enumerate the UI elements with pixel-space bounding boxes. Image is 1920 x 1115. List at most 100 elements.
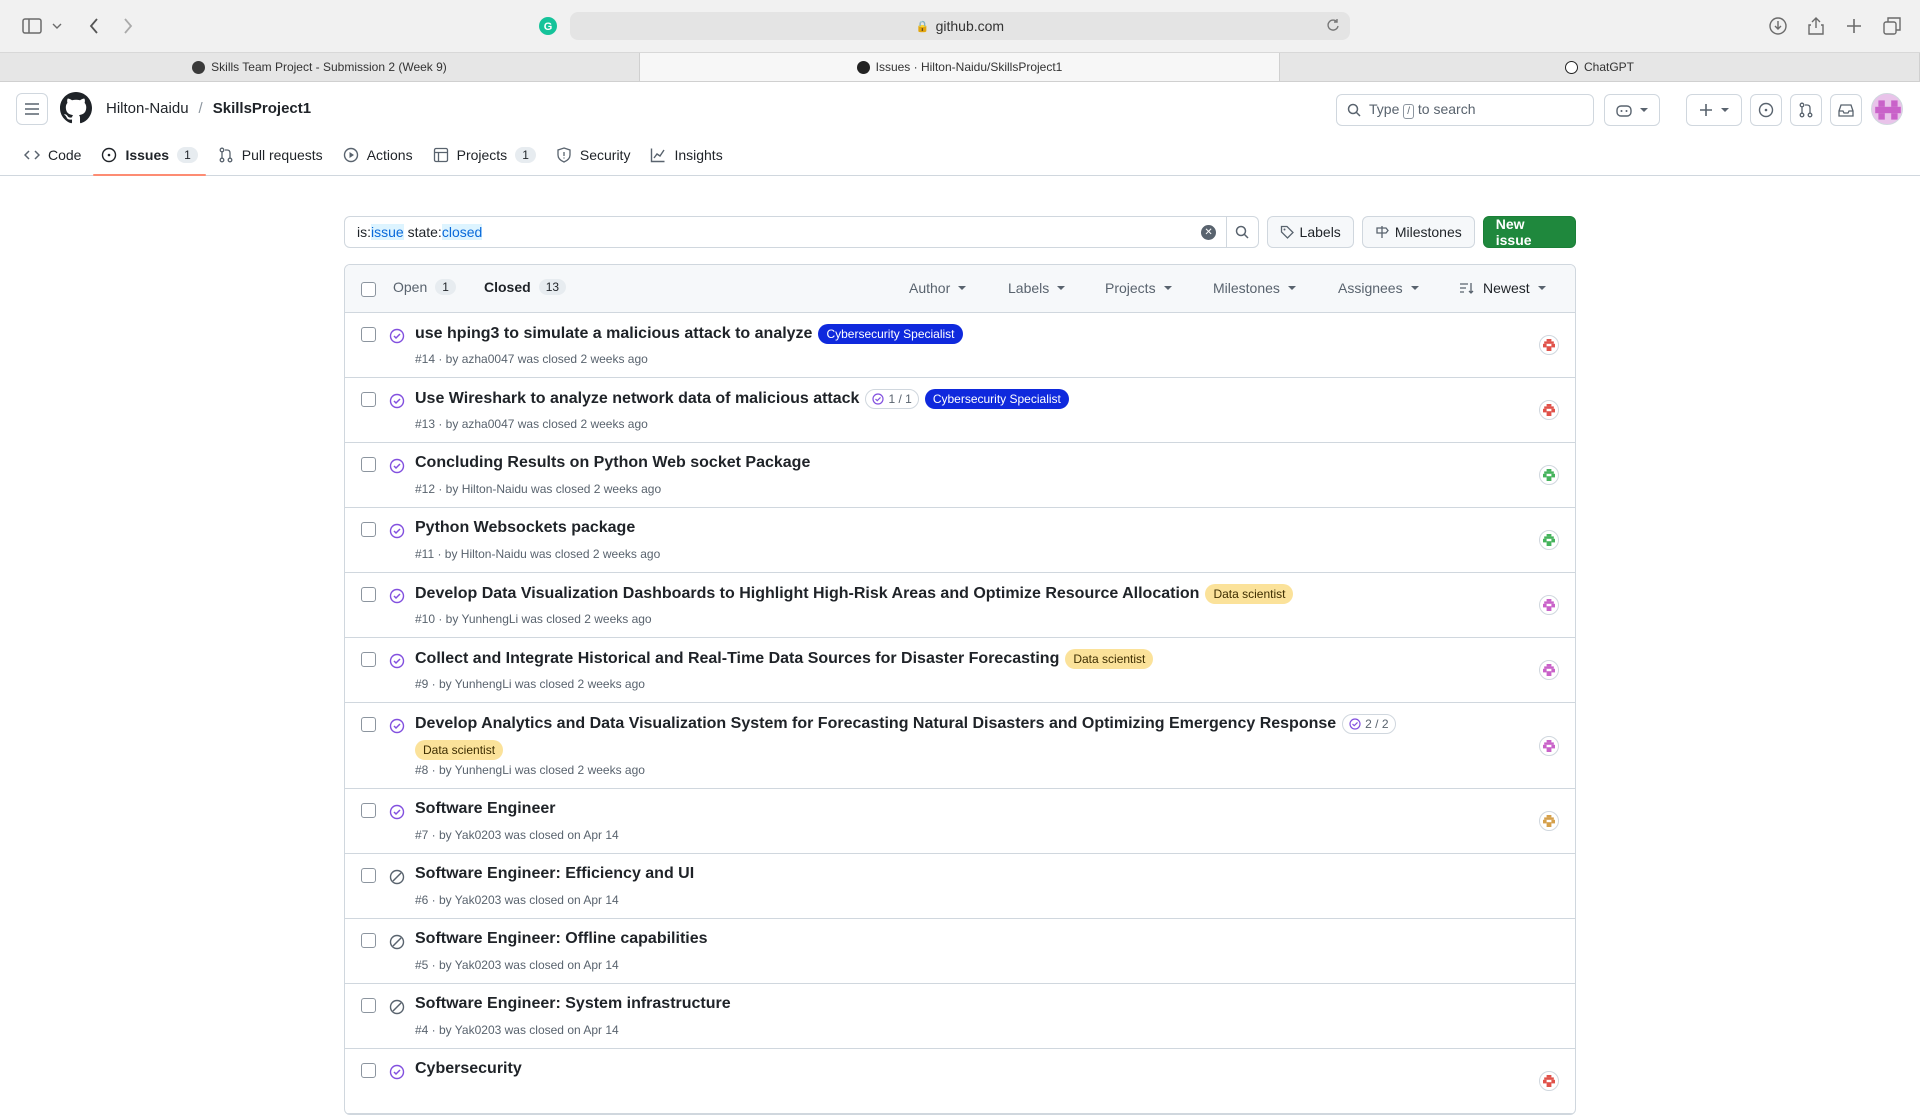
chevron-down-icon[interactable] <box>50 14 64 38</box>
user-avatar[interactable] <box>1871 93 1903 125</box>
issue-title-link[interactable]: Cybersecurity <box>415 1060 522 1078</box>
inbox-button[interactable] <box>1830 94 1862 126</box>
issue-row[interactable]: Python Websockets package #11 · by Hilton… <box>345 508 1575 573</box>
tab-security[interactable]: Security <box>548 135 639 175</box>
assignee-avatar[interactable] <box>1539 660 1559 680</box>
issue-title-link[interactable]: Software Engineer: Offline capabilities <box>415 930 708 948</box>
issue-title-link[interactable]: Use Wireshark to analyze network data of… <box>415 390 859 408</box>
issue-title-link[interactable]: Software Engineer: Efficiency and UI <box>415 865 694 883</box>
issue-row[interactable]: Software Engineer: Offline capabilities #… <box>345 919 1575 984</box>
issue-checkbox[interactable] <box>361 522 376 537</box>
issue-checkbox[interactable] <box>361 457 376 472</box>
clear-filter-icon[interactable]: ✕ <box>1201 225 1217 240</box>
grammarly-extension-icon[interactable]: G <box>536 14 560 38</box>
tab-overview-icon[interactable] <box>1880 14 1904 38</box>
github-logo-icon[interactable] <box>60 92 92 124</box>
issue-checkbox[interactable] <box>361 998 376 1013</box>
projects-filter[interactable]: Projects <box>1105 280 1172 296</box>
owner-link[interactable]: Hilton-Naidu <box>106 100 189 117</box>
download-icon[interactable] <box>1766 14 1790 38</box>
filter-search-button[interactable] <box>1227 216 1259 248</box>
tab-pull-requests[interactable]: Pull requests <box>210 135 331 175</box>
repo-link[interactable]: SkillsProject1 <box>213 100 311 117</box>
select-all-checkbox[interactable] <box>361 282 376 297</box>
issue-row[interactable]: Develop Data Visualization Dashboards to… <box>345 573 1575 638</box>
issue-label[interactable]: Data scientist <box>1065 649 1154 669</box>
browser-tab[interactable]: ChatGPT <box>1280 53 1920 81</box>
issue-label[interactable]: Data scientist <box>415 740 504 760</box>
closed-issues-tab[interactable]: Closed 13 <box>484 279 567 295</box>
issues-shortcut-button[interactable] <box>1750 94 1782 126</box>
share-icon[interactable] <box>1804 14 1828 38</box>
issue-row[interactable]: Cybersecurity <box>345 1049 1575 1114</box>
issue-row[interactable]: Develop Analytics and Data Visualization… <box>345 703 1575 789</box>
issue-meta: #10 · by YunhengLi was closed 2 weeks ag… <box>415 612 652 626</box>
tab-insights[interactable]: Insights <box>642 135 730 175</box>
issue-checkbox[interactable] <box>361 587 376 602</box>
sidebar-toggle-icon[interactable] <box>20 14 44 38</box>
milestones-filter[interactable]: Milestones <box>1213 280 1296 296</box>
tab-issues[interactable]: Issues 1 <box>93 135 207 176</box>
labels-filter[interactable]: Labels <box>1008 280 1066 296</box>
issue-title-link[interactable]: Develop Data Visualization Dashboards to… <box>415 585 1199 603</box>
tab-code[interactable]: Code <box>16 135 89 175</box>
issue-row[interactable]: Collect and Integrate Historical and Rea… <box>345 638 1575 703</box>
issue-checkbox[interactable] <box>361 652 376 667</box>
issue-checkbox[interactable] <box>361 933 376 948</box>
issue-checkbox[interactable] <box>361 327 376 342</box>
issue-row[interactable]: Software Engineer: System infrastructure… <box>345 984 1575 1049</box>
issue-title-link[interactable]: Python Websockets package <box>415 519 635 537</box>
address-bar[interactable]: 🔒 github.com <box>570 12 1350 40</box>
issue-row[interactable]: Software Engineer: Efficiency and UI #6 ·… <box>345 854 1575 919</box>
issue-checkbox[interactable] <box>361 392 376 407</box>
assignee-avatar[interactable] <box>1539 335 1559 355</box>
milestones-button[interactable]: Milestones <box>1361 216 1475 248</box>
tab-projects[interactable]: Projects 1 <box>425 135 544 175</box>
issue-title-link[interactable]: Software Engineer <box>415 800 555 818</box>
task-progress-badge[interactable]: 1 / 1 <box>865 389 919 409</box>
issue-label[interactable]: Cybersecurity Specialist <box>818 324 963 344</box>
browser-tab-active[interactable]: Issues · Hilton-Naidu/SkillsProject1 <box>640 53 1280 81</box>
open-issues-tab[interactable]: Open 1 <box>393 279 456 295</box>
issue-row[interactable]: Software Engineer #7 · by Yak0203 was clo… <box>345 789 1575 854</box>
issue-title-link[interactable]: Software Engineer: System infrastructure <box>415 995 731 1013</box>
assignee-avatar[interactable] <box>1539 465 1559 485</box>
issue-label[interactable]: Cybersecurity Specialist <box>924 389 1069 409</box>
assignee-avatar[interactable] <box>1539 530 1559 550</box>
global-search-input[interactable]: Type / to search <box>1336 94 1594 126</box>
issue-row[interactable]: Concluding Results on Python Web socket … <box>345 443 1575 508</box>
issue-row[interactable]: use hping3 to simulate a malicious attac… <box>345 313 1575 378</box>
assignees-filter[interactable]: Assignees <box>1338 280 1419 296</box>
issue-checkbox[interactable] <box>361 803 376 818</box>
issue-title-link[interactable]: use hping3 to simulate a malicious attac… <box>415 325 812 343</box>
pull-requests-shortcut-button[interactable] <box>1790 94 1822 126</box>
author-filter[interactable]: Author <box>909 280 967 296</box>
issue-checkbox[interactable] <box>361 1063 376 1078</box>
issue-title-link[interactable]: Collect and Integrate Historical and Rea… <box>415 650 1059 668</box>
issue-checkbox[interactable] <box>361 717 376 732</box>
create-new-button[interactable] <box>1686 94 1742 126</box>
issue-label[interactable]: Data scientist <box>1205 584 1294 604</box>
assignee-avatar[interactable] <box>1539 400 1559 420</box>
issue-filter-input[interactable]: is:issue state:closed ✕ <box>344 216 1228 248</box>
reload-icon[interactable] <box>1326 18 1340 32</box>
issue-title-link[interactable]: Develop Analytics and Data Visualization… <box>415 715 1336 733</box>
assignee-avatar[interactable] <box>1539 736 1559 756</box>
back-icon[interactable] <box>82 14 106 38</box>
issue-checkbox[interactable] <box>361 868 376 883</box>
new-issue-button[interactable]: New issue <box>1482 216 1576 248</box>
task-progress-badge[interactable]: 2 / 2 <box>1342 714 1396 734</box>
issue-title-link[interactable]: Concluding Results on Python Web socket … <box>415 454 810 472</box>
forward-icon[interactable] <box>116 14 140 38</box>
issue-row[interactable]: Use Wireshark to analyze network data of… <box>345 378 1575 443</box>
menu-icon[interactable] <box>16 93 48 125</box>
tab-actions[interactable]: Actions <box>335 135 421 175</box>
copilot-button[interactable] <box>1604 94 1660 126</box>
assignee-avatar[interactable] <box>1539 1071 1559 1091</box>
labels-button[interactable]: Labels <box>1266 216 1354 248</box>
assignee-avatar[interactable] <box>1539 811 1559 831</box>
sort-menu[interactable]: Newest <box>1459 280 1546 296</box>
new-tab-icon[interactable] <box>1842 14 1866 38</box>
assignee-avatar[interactable] <box>1539 595 1559 615</box>
browser-tab[interactable]: Skills Team Project - Submission 2 (Week… <box>0 53 640 81</box>
